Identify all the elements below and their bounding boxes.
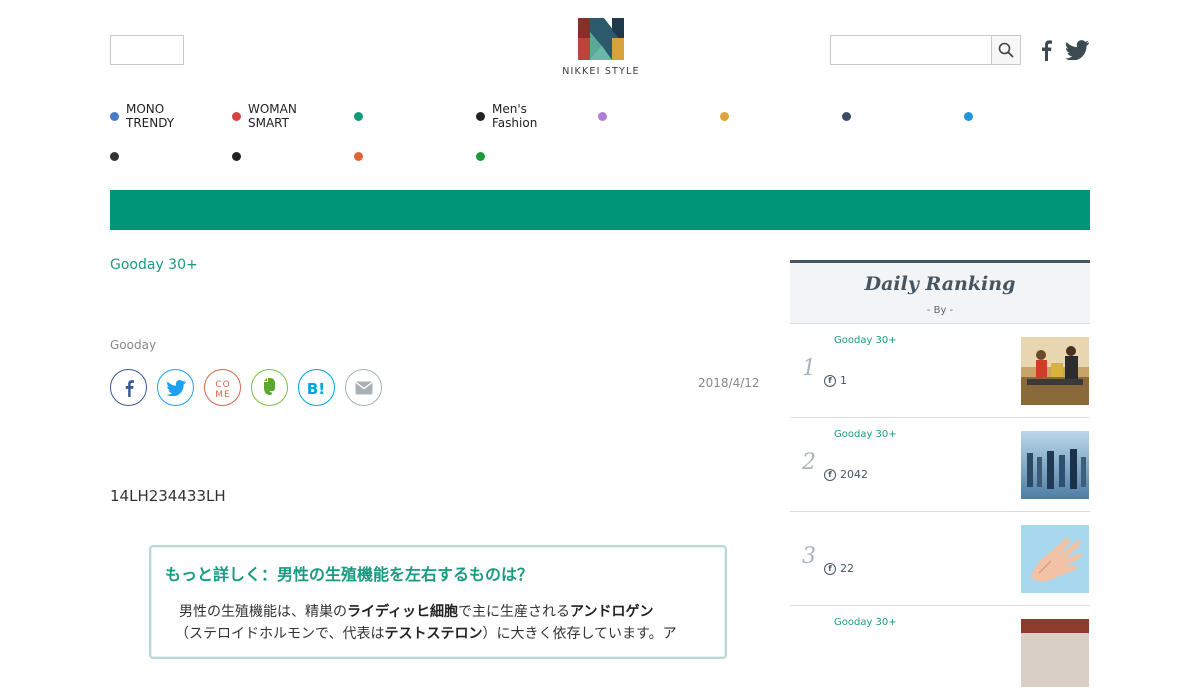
svg-text:B!: B!	[306, 380, 324, 397]
nav-category-item[interactable]	[354, 141, 469, 171]
twitter-icon	[1065, 40, 1089, 60]
nav-category-item[interactable]	[110, 141, 225, 171]
facebook-icon	[125, 379, 134, 397]
facebook-link[interactable]	[1036, 38, 1056, 62]
category-dot-icon	[964, 111, 973, 121]
rank-category[interactable]: Gooday 30+	[834, 617, 897, 628]
site-logo[interactable]: NIKKEI STYLE	[555, 18, 647, 84]
evernote-share-button[interactable]	[251, 369, 288, 406]
twitter-icon	[165, 379, 186, 396]
svg-text:CO: CO	[215, 380, 230, 390]
rank-category[interactable]: Gooday 30+	[834, 335, 897, 346]
gym-photo-thumbnail	[1021, 337, 1089, 405]
hatena-share-button[interactable]: B!	[298, 369, 335, 406]
nav-category-item[interactable]	[964, 101, 1079, 131]
category-dot-icon	[110, 151, 119, 161]
business-crowd-thumbnail	[1021, 431, 1089, 499]
facebook-icon: f	[824, 562, 836, 575]
facebook-icon: f	[824, 468, 836, 481]
nav-category-item[interactable]	[720, 101, 835, 131]
category-dot-icon	[232, 151, 241, 161]
article-author: Gooday	[110, 338, 157, 352]
category-dot-icon	[354, 111, 363, 121]
twitter-link[interactable]	[1064, 38, 1090, 62]
figure-body-line2: （ステロイドホルモンで、代表はテストステロン）に大きく依存しています。ア	[175, 626, 677, 642]
hand-photo-thumbnail	[1021, 525, 1089, 593]
category-dot-icon	[232, 111, 241, 121]
nav-category-label: WOMAN SMART	[248, 102, 297, 130]
category-dot-icon	[598, 111, 607, 121]
nav-category-item[interactable]	[232, 141, 347, 171]
article-date: 2018/4/12	[698, 376, 760, 390]
ranking-item[interactable]: 1 Gooday 30+ f 1	[790, 324, 1090, 418]
nav-category-item[interactable]	[842, 101, 957, 131]
nav-category-item[interactable]	[354, 101, 469, 131]
rank-number: 1	[802, 356, 816, 381]
ranking-byline: - By -	[926, 305, 954, 316]
nav-category-item[interactable]	[476, 141, 591, 171]
rank-thumbnail[interactable]	[1021, 619, 1089, 687]
come-share-button[interactable]: CO ME	[204, 369, 241, 406]
svg-text:ME: ME	[215, 390, 230, 400]
nav-category-item[interactable]: WOMAN SMART	[232, 101, 347, 131]
search-icon	[998, 42, 1014, 58]
rank-fb-count: f 1	[824, 374, 847, 387]
article-code-text: 14LH234433LH	[110, 487, 226, 505]
photo-thumbnail	[1021, 619, 1089, 687]
section-banner	[110, 190, 1090, 230]
hatena-icon: B!	[306, 380, 324, 397]
rank-thumbnail[interactable]	[1021, 337, 1089, 405]
rank-fb-count: f 22	[824, 562, 854, 575]
language-select[interactable]	[110, 35, 184, 65]
category-dot-icon	[842, 111, 851, 121]
rank-number: 2	[802, 450, 816, 475]
ranking-header: Daily Ranking - By -	[790, 260, 1090, 324]
ranking-item[interactable]: Gooday 30+	[790, 606, 1090, 700]
nav-category-item[interactable]: Men's Fashion	[476, 101, 591, 131]
mail-share-button[interactable]	[345, 369, 382, 406]
come-icon: CO ME	[215, 380, 230, 400]
mail-icon	[355, 381, 372, 394]
facebook-share-button[interactable]	[110, 369, 147, 406]
evernote-icon	[263, 377, 275, 395]
nav-category-label: Men's Fashion	[492, 102, 538, 130]
category-dot-icon	[476, 151, 485, 161]
figure-title: もっと詳しく：男性の生殖機能を左右するものは？	[165, 565, 534, 584]
logo-mark-icon	[578, 18, 624, 60]
facebook-icon: f	[824, 374, 836, 387]
rank-thumbnail[interactable]	[1021, 525, 1089, 593]
facebook-icon	[1042, 40, 1052, 61]
rank-fb-count: f 2042	[824, 468, 868, 481]
ranking-item[interactable]: 3 f 22	[790, 512, 1090, 606]
rank-thumbnail[interactable]	[1021, 431, 1089, 499]
ranking-item[interactable]: 2 Gooday 30+ f 2042	[790, 418, 1090, 512]
nav-category-item[interactable]: MONO TRENDY	[110, 101, 225, 131]
search-button[interactable]	[991, 35, 1021, 65]
category-dot-icon	[476, 111, 485, 121]
twitter-share-button[interactable]	[157, 369, 194, 406]
category-dot-icon	[720, 111, 729, 121]
figure-body-line1: 男性の生殖機能は、精巣のライディッヒ細胞で主に生産されるアンドロゲン	[179, 604, 654, 620]
search-input[interactable]	[830, 35, 991, 65]
rank-number: 3	[802, 544, 816, 569]
category-dot-icon	[110, 111, 119, 121]
logo-text: NIKKEI STYLE	[562, 66, 640, 77]
breadcrumb[interactable]: Gooday 30+	[110, 257, 198, 273]
ranking-title: Daily Ranking	[864, 273, 1016, 295]
rank-category[interactable]: Gooday 30+	[834, 429, 897, 440]
article-figure: もっと詳しく：男性の生殖機能を左右するものは？ 男性の生殖機能は、精巣のライディ…	[149, 545, 727, 659]
category-dot-icon	[354, 151, 363, 161]
share-buttons: CO ME B!	[110, 369, 382, 406]
nav-category-item[interactable]	[598, 101, 713, 131]
nav-category-label: MONO TRENDY	[126, 102, 175, 130]
